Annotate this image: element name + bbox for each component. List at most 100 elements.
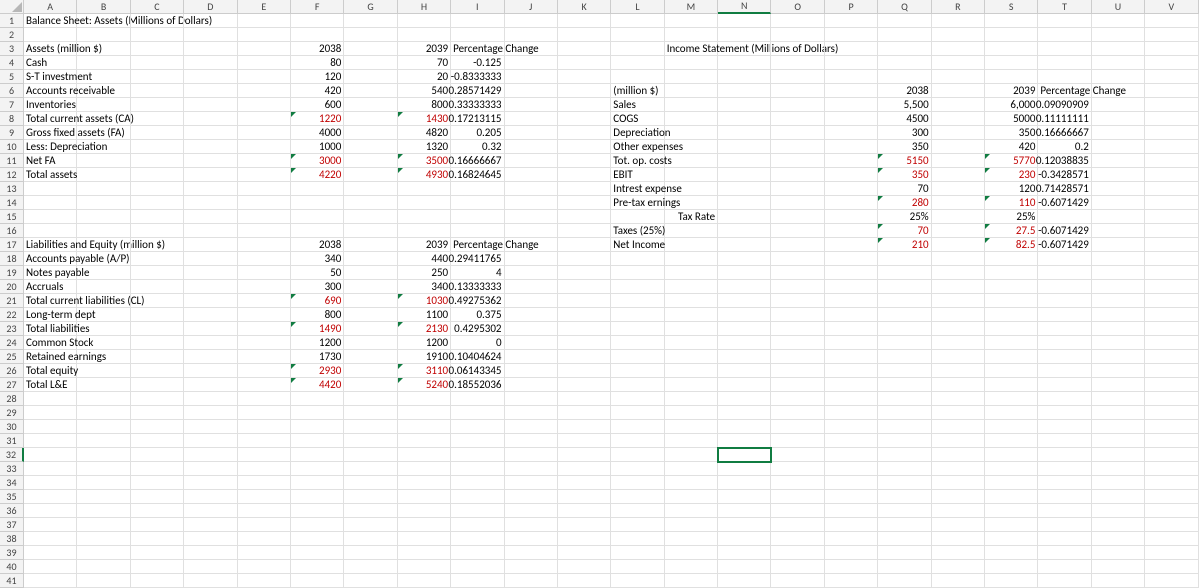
cell-G15[interactable] <box>344 210 397 224</box>
cell-L36[interactable] <box>611 504 664 518</box>
cell-B32[interactable] <box>77 448 130 462</box>
cell-B39[interactable] <box>77 546 130 560</box>
cell-L38[interactable] <box>611 532 664 546</box>
cell-O37[interactable] <box>771 518 824 532</box>
cell-U37[interactable] <box>1092 518 1145 532</box>
cell-P33[interactable] <box>825 462 878 476</box>
cell-N39[interactable] <box>718 546 771 560</box>
cell-U3[interactable] <box>1092 42 1145 56</box>
cell-N2[interactable] <box>718 28 771 42</box>
cell-J13[interactable] <box>505 182 558 196</box>
cell-U33[interactable] <box>1092 462 1145 476</box>
cell-J18[interactable] <box>505 252 558 266</box>
cell-C16[interactable] <box>131 224 184 238</box>
cell-Q8[interactable]: 4500 <box>878 112 931 126</box>
cell-E31[interactable] <box>238 434 291 448</box>
cell-J28[interactable] <box>505 392 558 406</box>
cell-O14[interactable] <box>771 196 824 210</box>
cell-N25[interactable] <box>718 350 771 364</box>
col-header-D[interactable]: D <box>184 0 237 14</box>
cell-F17[interactable]: 2038 <box>291 238 344 252</box>
cell-F8[interactable]: 1220 <box>291 112 344 126</box>
row-header-15[interactable]: 15 <box>0 210 24 224</box>
cell-L6[interactable]: (million $) <box>611 84 664 98</box>
cell-T28[interactable] <box>1038 392 1091 406</box>
cell-U26[interactable] <box>1092 364 1145 378</box>
cell-S15[interactable]: 25% <box>985 210 1038 224</box>
cell-Q41[interactable] <box>878 574 931 588</box>
cell-H34[interactable] <box>398 476 451 490</box>
cell-T9[interactable]: 0.16666667 <box>1038 126 1091 140</box>
cell-A22[interactable]: Long-term dept <box>24 308 77 322</box>
cell-Q1[interactable] <box>878 14 931 28</box>
cell-F16[interactable] <box>291 224 344 238</box>
cell-S25[interactable] <box>985 350 1038 364</box>
cell-U9[interactable] <box>1092 126 1145 140</box>
cell-T40[interactable] <box>1038 560 1091 574</box>
cell-B3[interactable] <box>77 42 130 56</box>
col-header-K[interactable]: K <box>558 0 611 14</box>
cell-O8[interactable] <box>771 112 824 126</box>
cell-D27[interactable] <box>184 378 237 392</box>
row-header-24[interactable]: 24 <box>0 336 24 350</box>
cell-B20[interactable] <box>77 280 130 294</box>
cell-T8[interactable]: 0.11111111 <box>1038 112 1091 126</box>
cell-J33[interactable] <box>505 462 558 476</box>
cell-M19[interactable] <box>665 266 718 280</box>
cell-L32[interactable] <box>611 448 664 462</box>
cell-E32[interactable] <box>238 448 291 462</box>
cell-G13[interactable] <box>344 182 397 196</box>
cell-G18[interactable] <box>344 252 397 266</box>
cell-H26[interactable]: 3110 <box>398 364 451 378</box>
cell-S18[interactable] <box>985 252 1038 266</box>
cell-H13[interactable] <box>398 182 451 196</box>
cell-T31[interactable] <box>1038 434 1091 448</box>
cell-D16[interactable] <box>184 224 237 238</box>
cell-B37[interactable] <box>77 518 130 532</box>
cell-D1[interactable] <box>184 14 237 28</box>
cell-F14[interactable] <box>291 196 344 210</box>
cell-F36[interactable] <box>291 504 344 518</box>
cell-J1[interactable] <box>505 14 558 28</box>
cell-G1[interactable] <box>344 14 397 28</box>
cell-R5[interactable] <box>932 70 985 84</box>
cell-F28[interactable] <box>291 392 344 406</box>
cell-Q14[interactable]: 280 <box>878 196 931 210</box>
row-header-10[interactable]: 10 <box>0 140 24 154</box>
cell-K31[interactable] <box>558 434 611 448</box>
col-header-G[interactable]: G <box>344 0 397 14</box>
row-header-9[interactable]: 9 <box>0 126 24 140</box>
cell-R2[interactable] <box>932 28 985 42</box>
cell-I4[interactable]: -0.125 <box>451 56 504 70</box>
cell-L39[interactable] <box>611 546 664 560</box>
cell-M1[interactable] <box>665 14 718 28</box>
cell-V41[interactable] <box>1145 574 1198 588</box>
cell-C28[interactable] <box>131 392 184 406</box>
cell-P8[interactable] <box>825 112 878 126</box>
cell-P15[interactable] <box>825 210 878 224</box>
cell-M40[interactable] <box>665 560 718 574</box>
cell-K6[interactable] <box>558 84 611 98</box>
col-header-F[interactable]: F <box>291 0 344 14</box>
cell-L27[interactable] <box>611 378 664 392</box>
cell-H32[interactable] <box>398 448 451 462</box>
cell-A24[interactable]: Common Stock <box>24 336 77 350</box>
cell-K9[interactable] <box>558 126 611 140</box>
cell-T16[interactable]: -0.6071429 <box>1038 224 1091 238</box>
cell-K24[interactable] <box>558 336 611 350</box>
cell-E24[interactable] <box>238 336 291 350</box>
cell-A37[interactable] <box>24 518 77 532</box>
cell-E7[interactable] <box>238 98 291 112</box>
cell-A10[interactable]: Less: Depreciation <box>24 140 77 154</box>
cell-E40[interactable] <box>238 560 291 574</box>
cell-L40[interactable] <box>611 560 664 574</box>
cell-F27[interactable]: 4420 <box>291 378 344 392</box>
cell-T19[interactable] <box>1038 266 1091 280</box>
cell-N36[interactable] <box>718 504 771 518</box>
cell-O17[interactable] <box>771 238 824 252</box>
cell-B38[interactable] <box>77 532 130 546</box>
cell-P25[interactable] <box>825 350 878 364</box>
cell-K4[interactable] <box>558 56 611 70</box>
cell-H21[interactable]: 1030 <box>398 294 451 308</box>
cell-M31[interactable] <box>665 434 718 448</box>
